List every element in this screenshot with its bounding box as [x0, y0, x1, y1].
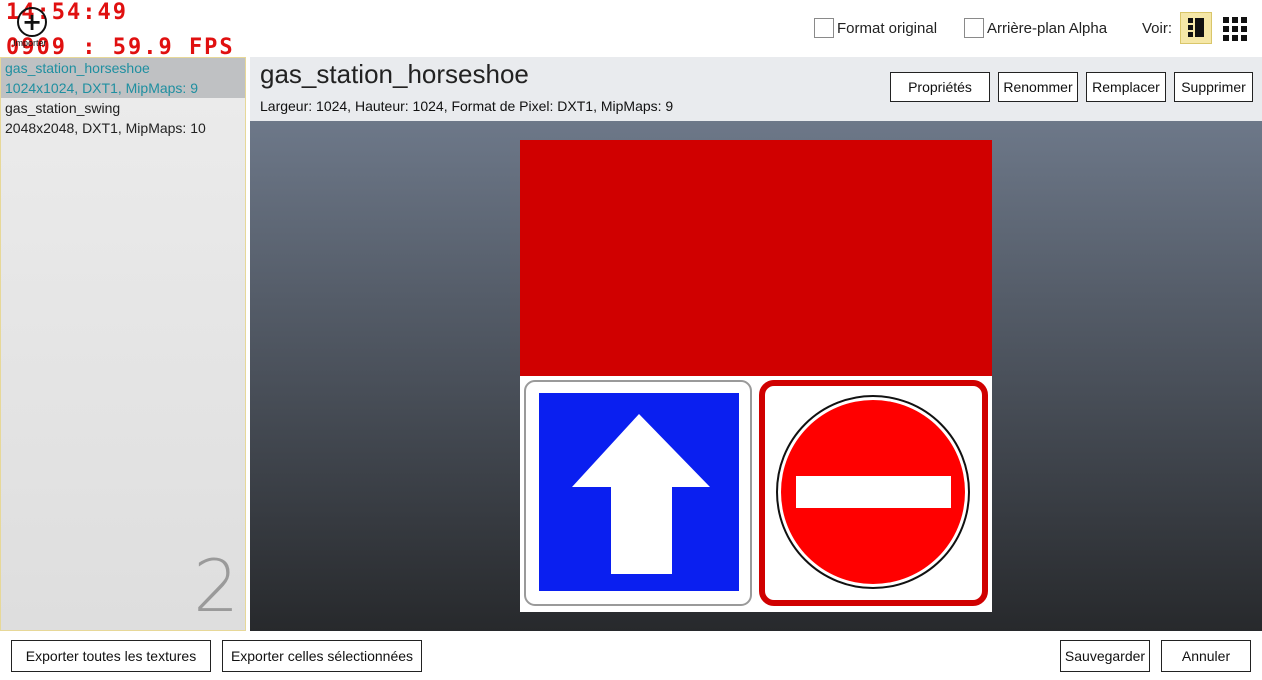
view-label: Voir: — [1142, 20, 1173, 37]
texture-header: gas_station_horseshoe Largeur: 1024, Hau… — [250, 57, 1262, 121]
plus-icon: + — [21, 8, 43, 36]
alpha-background-checkbox[interactable]: Arrière-plan Alpha — [964, 18, 1107, 38]
add-texture-label: Importer — [13, 38, 47, 48]
list-item[interactable]: gas_station_horseshoe 1024x1024, DXT1, M… — [1, 58, 245, 98]
alpha-background-label: Arrière-plan Alpha — [987, 19, 1108, 37]
delete-button[interactable]: Supprimer — [1174, 72, 1253, 102]
export-all-button[interactable]: Exporter toutes les textures — [11, 640, 211, 672]
list-item[interactable]: gas_station_swing 2048x2048, DXT1, MipMa… — [1, 98, 245, 138]
checkbox-box[interactable] — [964, 18, 984, 38]
texture-title: gas_station_horseshoe — [260, 59, 529, 89]
texture-name: gas_station_swing — [5, 100, 121, 116]
grid-view-icon[interactable] — [1222, 16, 1248, 42]
replace-button[interactable]: Remplacer — [1086, 72, 1166, 102]
texture-details: Largeur: 1024, Hauteur: 1024, Format de … — [260, 98, 674, 114]
checkbox-box[interactable] — [814, 18, 834, 38]
texture-info: 2048x2048, DXT1, MipMaps: 10 — [5, 120, 206, 136]
format-original-label: Format original — [837, 19, 938, 37]
properties-button[interactable]: Propriétés — [890, 72, 990, 102]
texture-count: 2 — [193, 544, 239, 628]
no-entry-sign-icon — [759, 380, 988, 606]
list-detail-view-icon[interactable] — [1180, 12, 1212, 44]
texture-list: gas_station_horseshoe 1024x1024, DXT1, M… — [0, 57, 246, 631]
format-original-checkbox[interactable]: Format original — [814, 18, 937, 38]
one-way-sign-icon — [524, 380, 752, 606]
add-texture-button[interactable]: + — [17, 7, 47, 37]
export-selected-button[interactable]: Exporter celles sélectionnées — [222, 640, 422, 672]
texture-info: 1024x1024, DXT1, MipMaps: 9 — [5, 80, 198, 96]
cancel-button[interactable]: Annuler — [1161, 640, 1251, 672]
rename-button[interactable]: Renommer — [998, 72, 1078, 102]
texture-preview — [250, 121, 1262, 631]
texture-name: gas_station_horseshoe — [5, 60, 150, 76]
texture-image — [520, 140, 992, 612]
save-button[interactable]: Sauvegarder — [1060, 640, 1150, 672]
